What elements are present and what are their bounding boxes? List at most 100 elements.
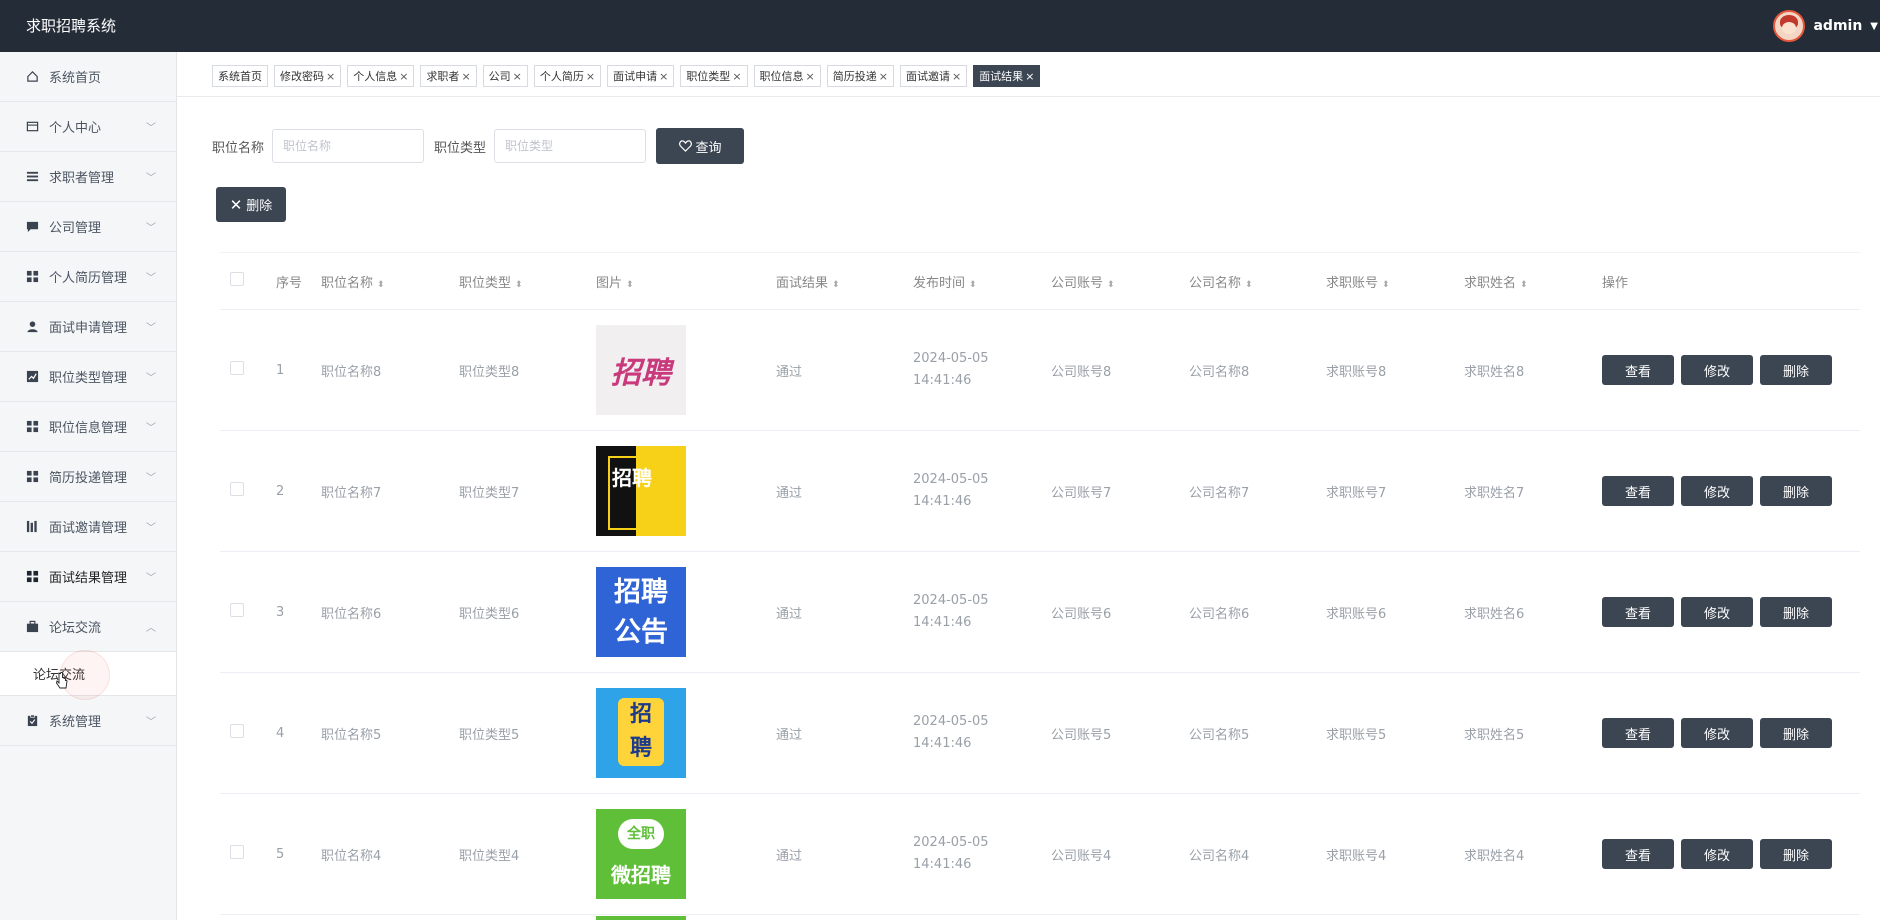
- job-image[interactable]: [596, 916, 686, 920]
- delete-button[interactable]: 删除: [1760, 718, 1832, 748]
- cell-company-account: 公司账号4: [1050, 793, 1188, 915]
- col-result[interactable]: 面试结果 ⬍: [775, 252, 912, 310]
- job-image[interactable]: 招聘: [596, 446, 686, 536]
- col-company-name[interactable]: 公司名称 ⬍: [1188, 252, 1325, 310]
- close-icon[interactable]: ×: [659, 70, 668, 83]
- view-button[interactable]: 查看: [1602, 476, 1674, 506]
- sidebar-item-interview-result[interactable]: 面试结果管理 ﹀: [0, 552, 176, 602]
- sort-icon[interactable]: ⬍: [832, 280, 840, 290]
- edit-button[interactable]: 修改: [1681, 718, 1753, 748]
- tab-interview-invite[interactable]: 面试邀请 ×: [899, 65, 968, 87]
- row-checkbox[interactable]: [230, 724, 244, 738]
- view-button[interactable]: 查看: [1602, 718, 1674, 748]
- sidebar-item-label: 个人简历管理: [49, 271, 128, 286]
- tab-jobseeker[interactable]: 求职者 ×: [420, 65, 477, 87]
- select-all-checkbox[interactable]: [230, 272, 244, 286]
- sort-icon[interactable]: ⬍: [969, 280, 977, 290]
- job-image[interactable]: 招聘 公告: [596, 567, 686, 657]
- tab-job-info[interactable]: 职位信息 ×: [753, 65, 821, 87]
- delete-button[interactable]: 删除: [1760, 355, 1832, 385]
- query-button[interactable]: 查询: [656, 128, 745, 164]
- job-type-input[interactable]: [494, 129, 647, 163]
- sidebar-item-resume-delivery[interactable]: 简历投递管理 ﹀: [0, 452, 176, 502]
- view-button[interactable]: 查看: [1602, 355, 1674, 385]
- caret-down-icon[interactable]: ▼: [1870, 21, 1878, 32]
- sidebar-item-forum[interactable]: 论坛交流 ︿: [0, 602, 176, 652]
- delete-button[interactable]: 删除: [1760, 476, 1832, 506]
- sort-icon[interactable]: ⬍: [377, 280, 385, 290]
- cell-job-name: 职位名称5: [320, 672, 458, 794]
- view-button[interactable]: 查看: [1602, 839, 1674, 869]
- col-seeker-name[interactable]: 求职姓名 ⬍: [1463, 252, 1601, 310]
- job-name-input[interactable]: [272, 129, 425, 163]
- close-icon[interactable]: ×: [513, 70, 522, 83]
- user-menu[interactable]: admin ▼: [1773, 10, 1880, 42]
- tab-job-type[interactable]: 职位类型 ×: [680, 65, 748, 87]
- sidebar-item-job-type[interactable]: 职位类型管理 ﹀: [0, 352, 176, 402]
- sidebar-item-jobseekers[interactable]: 求职者管理 ﹀: [0, 152, 176, 202]
- tab-label: 职位信息: [759, 70, 804, 83]
- col-seeker-account[interactable]: 求职账号 ⬍: [1325, 252, 1463, 310]
- edit-button[interactable]: 修改: [1681, 839, 1753, 869]
- batch-delete-button[interactable]: ✕ 删除: [216, 187, 286, 222]
- sidebar-item-interview-apply[interactable]: 面试申请管理 ﹀: [0, 302, 176, 352]
- tab-resume[interactable]: 个人简历 ×: [533, 65, 602, 87]
- cell-no: 3: [275, 551, 320, 673]
- tab-interview-result[interactable]: 面试结果 ×: [973, 65, 1041, 87]
- sidebar-item-resume[interactable]: 个人简历管理 ﹀: [0, 252, 176, 302]
- job-image[interactable]: 招聘: [596, 325, 686, 415]
- col-company-account[interactable]: 公司账号 ⬍: [1050, 252, 1188, 310]
- close-icon[interactable]: ×: [461, 70, 470, 83]
- tab-change-password[interactable]: 修改密码 ×: [274, 65, 342, 87]
- close-icon[interactable]: ×: [952, 70, 961, 83]
- row-checkbox[interactable]: [230, 361, 244, 375]
- close-icon[interactable]: ×: [399, 70, 408, 83]
- sidebar-item-label: 个人中心: [49, 121, 102, 136]
- sort-icon[interactable]: ⬍: [1382, 280, 1390, 290]
- job-image[interactable]: 全职 微招聘: [596, 809, 686, 899]
- close-icon[interactable]: ×: [1025, 70, 1034, 83]
- username[interactable]: admin: [1813, 18, 1862, 34]
- close-icon[interactable]: ×: [326, 70, 335, 83]
- delete-button[interactable]: 删除: [1760, 839, 1832, 869]
- tab-resume-delivery[interactable]: 简历投递 ×: [826, 65, 894, 87]
- close-icon[interactable]: ×: [586, 70, 595, 83]
- sidebar-item-interview-invite[interactable]: 面试邀请管理 ﹀: [0, 502, 176, 552]
- tab-personal-info[interactable]: 个人信息 ×: [347, 65, 415, 87]
- row-checkbox[interactable]: [230, 603, 244, 617]
- tab-home[interactable]: 系统首页: [212, 65, 268, 87]
- sidebar-item-job-info[interactable]: 职位信息管理 ﹀: [0, 402, 176, 452]
- sidebar-item-home[interactable]: 系统首页: [0, 52, 176, 102]
- tab-interview-apply[interactable]: 面试申请 ×: [607, 65, 675, 87]
- sort-icon[interactable]: ⬍: [1107, 280, 1115, 290]
- view-button[interactable]: 查看: [1602, 597, 1674, 627]
- col-time[interactable]: 发布时间 ⬍: [912, 252, 1050, 310]
- sidebar-item-system[interactable]: 系统管理 ﹀: [0, 696, 176, 746]
- tab-company[interactable]: 公司 ×: [482, 65, 528, 87]
- sort-icon[interactable]: ⬍: [1245, 280, 1253, 290]
- row-checkbox[interactable]: [230, 482, 244, 496]
- col-image[interactable]: 图片 ⬍: [595, 252, 775, 310]
- cell-seeker-account: 求职账号8: [1325, 309, 1463, 431]
- sort-icon[interactable]: ⬍: [1520, 280, 1528, 290]
- avatar[interactable]: [1773, 10, 1806, 42]
- sort-icon[interactable]: ⬍: [626, 280, 634, 290]
- row-checkbox[interactable]: [230, 845, 244, 859]
- close-icon[interactable]: ×: [879, 70, 888, 83]
- cell-seeker-name: 求职姓名7: [1463, 430, 1601, 552]
- close-icon[interactable]: ×: [806, 70, 815, 83]
- edit-button[interactable]: 修改: [1681, 597, 1753, 627]
- edit-button[interactable]: 修改: [1681, 476, 1753, 506]
- edit-button[interactable]: 修改: [1681, 355, 1753, 385]
- app-title: 求职招聘系统: [26, 17, 117, 35]
- col-job-type[interactable]: 职位类型 ⬍: [458, 252, 595, 310]
- delete-button[interactable]: 删除: [1760, 597, 1832, 627]
- sidebar-item-company[interactable]: 公司管理 ﹀: [0, 202, 176, 252]
- cell-company-account: 公司账号6: [1050, 551, 1188, 673]
- close-icon[interactable]: ×: [732, 70, 741, 83]
- sidebar-item-profile[interactable]: 个人中心 ﹀: [0, 102, 176, 152]
- submenu-item-forum[interactable]: 论坛交流: [0, 650, 176, 700]
- job-image[interactable]: 招聘: [596, 688, 686, 778]
- col-job-name[interactable]: 职位名称 ⬍: [320, 252, 458, 310]
- sort-icon[interactable]: ⬍: [515, 280, 523, 290]
